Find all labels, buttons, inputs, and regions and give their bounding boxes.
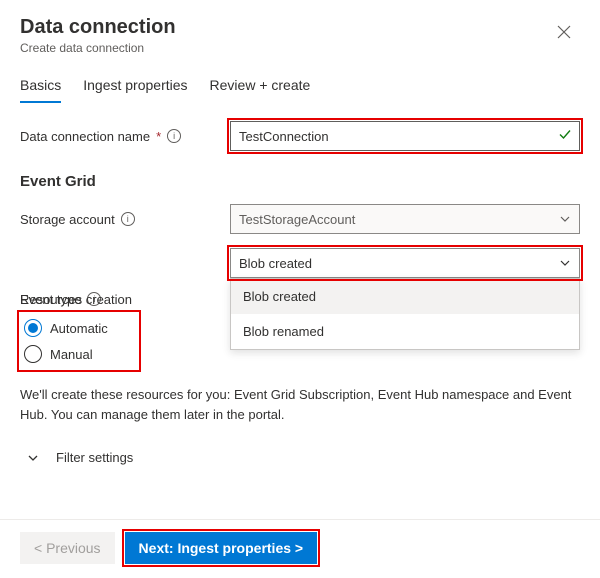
- previous-button[interactable]: < Previous: [20, 532, 115, 564]
- tab-review-create[interactable]: Review + create: [210, 69, 311, 103]
- filter-settings-toggle[interactable]: Filter settings: [20, 442, 580, 485]
- connection-name-label: Data connection name * i: [20, 129, 230, 144]
- radio-manual-label: Manual: [50, 347, 93, 362]
- radio-automatic-label: Automatic: [50, 321, 108, 336]
- check-icon: [558, 128, 572, 145]
- storage-account-value: TestStorageAccount: [239, 212, 355, 227]
- filter-settings-label: Filter settings: [56, 450, 133, 465]
- tab-basics[interactable]: Basics: [20, 69, 61, 103]
- close-button[interactable]: [548, 16, 580, 48]
- event-type-value: Blob created: [239, 256, 312, 271]
- storage-account-label: Storage account i: [20, 212, 230, 227]
- page-title: Data connection: [20, 16, 176, 39]
- info-icon[interactable]: i: [167, 129, 181, 143]
- chevron-down-icon: [26, 451, 40, 465]
- chevron-down-icon: [559, 213, 571, 225]
- radio-manual[interactable]: Manual: [24, 345, 134, 363]
- resources-description: We'll create these resources for you: Ev…: [20, 385, 580, 424]
- page-subtitle: Create data connection: [20, 41, 176, 55]
- radio-icon: [24, 345, 42, 363]
- event-type-option-blob-created[interactable]: Blob created: [231, 279, 579, 314]
- section-event-grid: Event Grid: [20, 173, 580, 190]
- info-icon[interactable]: i: [121, 212, 135, 226]
- connection-name-input[interactable]: [230, 121, 580, 151]
- resources-creation-label: Resources creation: [20, 292, 160, 307]
- tab-bar: Basics Ingest properties Review + create: [20, 69, 580, 103]
- footer-bar: < Previous Next: Ingest properties >: [0, 519, 600, 578]
- close-icon: [557, 25, 571, 39]
- tab-ingest-properties[interactable]: Ingest properties: [83, 69, 187, 103]
- event-type-select[interactable]: Blob created: [230, 248, 580, 278]
- required-asterisk: *: [156, 129, 161, 144]
- chevron-down-icon: [559, 257, 571, 269]
- radio-icon: [24, 319, 42, 337]
- storage-account-select[interactable]: TestStorageAccount: [230, 204, 580, 234]
- event-type-dropdown: Blob created Blob renamed: [230, 278, 580, 350]
- next-button[interactable]: Next: Ingest properties >: [125, 532, 318, 564]
- radio-automatic[interactable]: Automatic: [24, 319, 134, 337]
- event-type-option-blob-renamed[interactable]: Blob renamed: [231, 314, 579, 349]
